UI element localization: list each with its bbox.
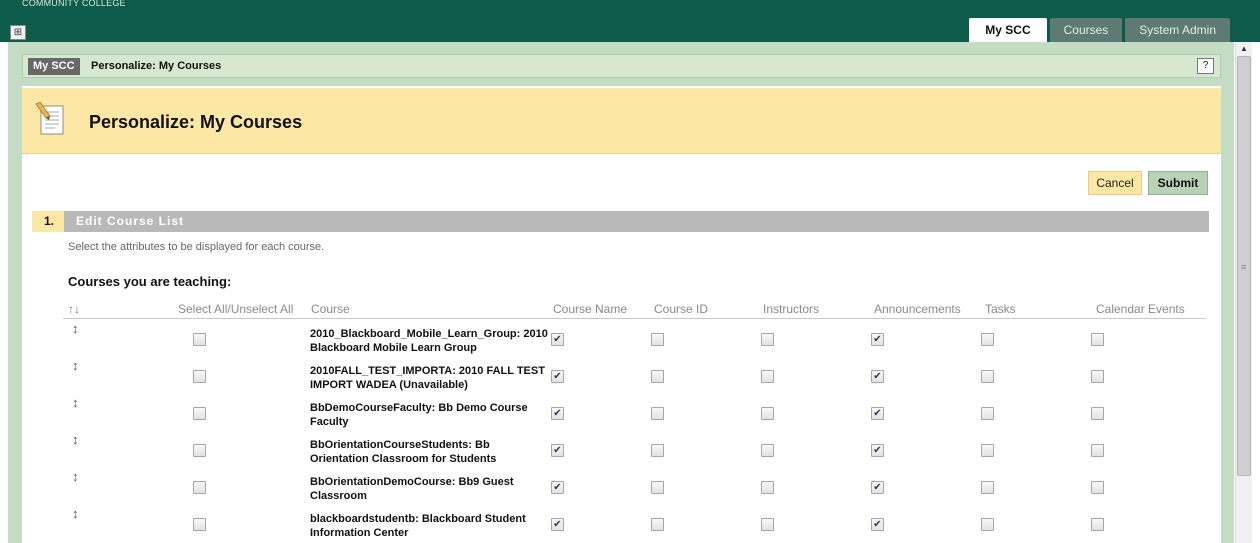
calendar-events-checkbox[interactable] xyxy=(1091,444,1104,457)
select-checkbox[interactable] xyxy=(193,481,206,494)
drag-handle-icon[interactable]: ↕ xyxy=(72,432,79,447)
step-instructions: Select the attributes to be displayed fo… xyxy=(68,241,325,253)
tab-courses[interactable]: Courses xyxy=(1049,18,1123,42)
course-rows: ↕ 2010_Blackboard_Mobile_Learn_Group: 201… xyxy=(63,319,1206,541)
drag-handle-icon[interactable]: ↕ xyxy=(72,321,79,336)
announcements-checkbox[interactable]: ✔ xyxy=(871,333,884,346)
submit-button[interactable]: Submit xyxy=(1148,171,1208,195)
instructors-checkbox[interactable] xyxy=(761,444,774,457)
tab-system-admin[interactable]: System Admin xyxy=(1125,18,1230,42)
sort-icon[interactable]: ↑↓ xyxy=(68,302,80,316)
step-title: Edit Course List xyxy=(76,214,185,228)
course-id-checkbox[interactable] xyxy=(651,370,664,383)
scroll-grip-icon: ≡ xyxy=(1241,262,1247,272)
breadcrumb-current: Personalize: My Courses xyxy=(91,60,222,72)
institution-brand: COMMUNITY COLLEGE xyxy=(22,0,126,8)
instructors-checkbox[interactable] xyxy=(761,481,774,494)
instructors-checkbox[interactable] xyxy=(761,518,774,531)
table-row: ↕ blackboardstudentb: Blackboard Student … xyxy=(63,504,1206,541)
column-tasks: Tasks xyxy=(985,302,1016,316)
drag-handle-icon[interactable]: ↕ xyxy=(72,469,79,484)
scroll-thumb[interactable]: ≡ xyxy=(1237,56,1251,476)
step-header: 1. Edit Course List xyxy=(32,211,1209,232)
table-row: ↕ BbOrientationCourseStudents: Bb Orienta… xyxy=(63,430,1206,467)
course-name-checkbox[interactable]: ✔ xyxy=(551,407,564,420)
course-id-checkbox[interactable] xyxy=(651,444,664,457)
column-course-name: Course Name xyxy=(553,302,628,316)
drag-handle-icon[interactable]: ↕ xyxy=(72,358,79,373)
top-navigation-bar: COMMUNITY COLLEGE ⊞ My SCC Courses Syste… xyxy=(0,0,1260,42)
select-checkbox[interactable] xyxy=(193,518,206,531)
calendar-events-checkbox[interactable] xyxy=(1091,481,1104,494)
drag-handle-icon[interactable]: ↕ xyxy=(72,506,79,521)
course-id-checkbox[interactable] xyxy=(651,407,664,420)
course-title: BbOrientationCourseStudents: Bb Orientat… xyxy=(310,439,497,465)
tasks-checkbox[interactable] xyxy=(981,333,994,346)
course-name-checkbox[interactable]: ✔ xyxy=(551,444,564,457)
table-row: ↕ 2010FALL_TEST_IMPORTA: 2010 FALL TEST I… xyxy=(63,356,1206,393)
document-edit-icon xyxy=(35,102,64,135)
announcements-checkbox[interactable]: ✔ xyxy=(871,370,884,383)
select-checkbox[interactable] xyxy=(193,333,206,346)
course-id-checkbox[interactable] xyxy=(651,333,664,346)
top-tabs: My SCC Courses System Admin xyxy=(969,18,1230,42)
calendar-events-checkbox[interactable] xyxy=(1091,370,1104,383)
tasks-checkbox[interactable] xyxy=(981,444,994,457)
course-title: blackboardstudentb: Blackboard Student I… xyxy=(310,513,526,539)
column-course-id: Course ID xyxy=(654,302,709,316)
course-title: BbDemoCourseFaculty: Bb Demo Course Facu… xyxy=(310,402,528,428)
tasks-checkbox[interactable] xyxy=(981,407,994,420)
tasks-checkbox[interactable] xyxy=(981,370,994,383)
table-row: ↕ 2010_Blackboard_Mobile_Learn_Group: 201… xyxy=(63,319,1206,356)
section-heading: Courses you are teaching: xyxy=(68,274,232,289)
select-all-link[interactable]: Select All/Unselect All xyxy=(178,302,293,316)
select-checkbox[interactable] xyxy=(193,407,206,420)
main-panel: Personalize: My Courses Cancel Submit 1.… xyxy=(22,86,1221,543)
drag-handle-icon[interactable]: ↕ xyxy=(72,395,79,410)
select-checkbox[interactable] xyxy=(193,444,206,457)
course-title: 2010_Blackboard_Mobile_Learn_Group: 2010… xyxy=(310,328,548,354)
course-name-checkbox[interactable]: ✔ xyxy=(551,518,564,531)
announcements-checkbox[interactable]: ✔ xyxy=(871,444,884,457)
calendar-events-checkbox[interactable] xyxy=(1091,333,1104,346)
cancel-button[interactable]: Cancel xyxy=(1088,171,1142,195)
scroll-up-arrow-icon[interactable]: ▲ xyxy=(1236,44,1252,56)
column-course: Course xyxy=(311,302,350,316)
announcements-checkbox[interactable]: ✔ xyxy=(871,481,884,494)
vertical-scrollbar[interactable]: ▲ ≡ xyxy=(1235,42,1252,543)
course-id-checkbox[interactable] xyxy=(651,518,664,531)
select-checkbox[interactable] xyxy=(193,370,206,383)
course-name-checkbox[interactable]: ✔ xyxy=(551,333,564,346)
course-title: BbOrientationDemoCourse: Bb9 Guest Class… xyxy=(310,476,514,502)
help-button[interactable]: ? xyxy=(1197,58,1214,74)
column-announcements: Announcements xyxy=(874,302,961,316)
instructors-checkbox[interactable] xyxy=(761,407,774,420)
tab-my-scc[interactable]: My SCC xyxy=(969,18,1047,42)
course-table: ↑↓ Select All/Unselect All Course Course… xyxy=(63,298,1206,541)
announcements-checkbox[interactable]: ✔ xyxy=(871,518,884,531)
course-name-checkbox[interactable]: ✔ xyxy=(551,481,564,494)
instructors-checkbox[interactable] xyxy=(761,370,774,383)
page-title: Personalize: My Courses xyxy=(89,112,303,132)
calendar-events-checkbox[interactable] xyxy=(1091,407,1104,420)
table-row: ↕ BbDemoCourseFaculty: Bb Demo Course Fac… xyxy=(63,393,1206,430)
calendar-events-checkbox[interactable] xyxy=(1091,518,1104,531)
table-row: ↕ BbOrientationDemoCourse: Bb9 Guest Clas… xyxy=(63,467,1206,504)
course-title: 2010FALL_TEST_IMPORTA: 2010 FALL TEST IM… xyxy=(310,365,545,391)
tasks-checkbox[interactable] xyxy=(981,481,994,494)
course-id-checkbox[interactable] xyxy=(651,481,664,494)
menu-toggle-icon[interactable]: ⊞ xyxy=(10,25,26,40)
announcements-checkbox[interactable]: ✔ xyxy=(871,407,884,420)
table-header: ↑↓ Select All/Unselect All Course Course… xyxy=(63,298,1206,319)
column-calendar-events: Calendar Events xyxy=(1096,302,1185,316)
course-name-checkbox[interactable]: ✔ xyxy=(551,370,564,383)
tasks-checkbox[interactable] xyxy=(981,518,994,531)
page-header: Personalize: My Courses xyxy=(22,88,1221,154)
breadcrumb-home[interactable]: My SCC xyxy=(28,58,80,75)
breadcrumb: My SCC Personalize: My Courses ? xyxy=(22,54,1221,78)
column-instructors: Instructors xyxy=(763,302,820,316)
instructors-checkbox[interactable] xyxy=(761,333,774,346)
step-number: 1. xyxy=(32,211,64,232)
